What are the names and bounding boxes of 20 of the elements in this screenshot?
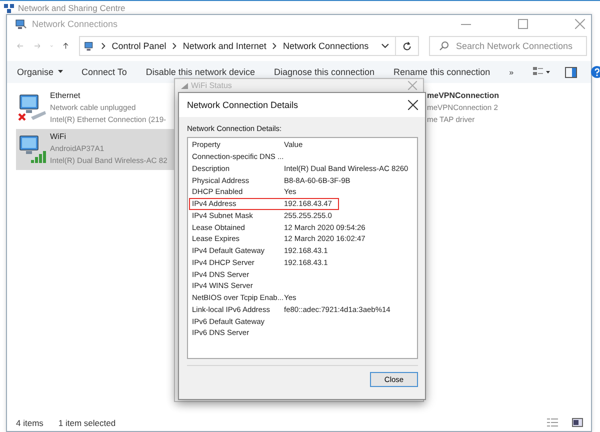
connection-name: WiFi <box>50 131 67 142</box>
item-count: 4 items <box>16 418 44 428</box>
address-bar[interactable]: Control Panel Network and Internet Network Connections <box>78 36 419 56</box>
toolbar-button[interactable]: Diagnose this connection <box>274 67 375 77</box>
connection-name: Ethernet <box>50 90 82 101</box>
more-button[interactable]: » <box>509 68 514 76</box>
selection-count: 1 item selected <box>58 418 116 428</box>
dialog-title: WiFi Status <box>191 81 232 90</box>
toolbar-button[interactable]: Rename this connection <box>394 67 490 77</box>
breadcrumb-item[interactable]: Control Panel <box>112 41 166 51</box>
toolbar-button[interactable]: Connect To <box>82 67 127 77</box>
window-title: Network and Sharing Centre <box>18 3 126 13</box>
menu-button[interactable]: Organise <box>17 67 63 77</box>
window-title: Network Connections <box>32 19 118 29</box>
search-field[interactable]: Search Network Connections <box>428 36 587 56</box>
breadcrumb-item[interactable]: Network Connections <box>283 41 369 51</box>
connection-name: meVPNConnection <box>427 90 500 101</box>
toolbar-button[interactable]: Disable this network device <box>146 67 255 77</box>
breadcrumb-item[interactable]: Network and Internet <box>182 41 266 51</box>
dialog-title: Network Connection Details <box>187 100 298 110</box>
